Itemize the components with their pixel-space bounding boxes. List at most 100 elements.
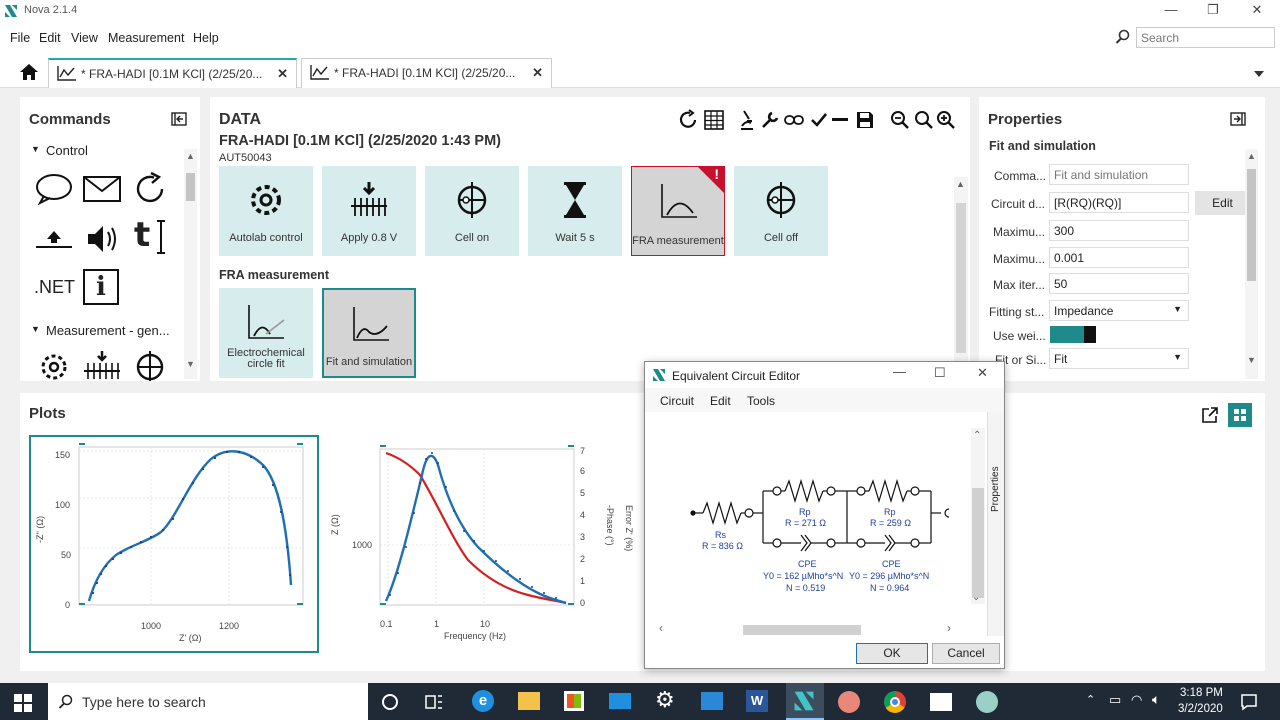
properties-side-tab[interactable]: Properties [987,412,1004,636]
bode-plot-card[interactable]: 0.1 1 10 Frequency (Hz) 1000 Z (Ω) 0 1 2… [328,435,638,653]
dialog-menu-circuit[interactable]: Circuit [660,394,694,408]
info-icon[interactable]: i [83,269,119,305]
apply-potential-icon[interactable] [82,349,122,381]
settings-gear-icon[interactable]: ⚙ [655,687,675,713]
scroll-up-icon[interactable]: ▲ [186,151,195,161]
repeat-icon[interactable] [132,171,168,207]
store-icon[interactable] [564,691,584,711]
message-icon[interactable] [34,173,74,205]
rs-resistor[interactable] [702,500,742,526]
app-window-icon[interactable] [701,692,723,710]
dialog-menu-edit[interactable]: Edit [710,394,731,408]
canvas-vscrollbar[interactable]: ⌃ ⌄ [971,428,985,604]
search-input[interactable]: Search [1136,27,1275,48]
prop-fit-or-sim-select[interactable]: Fit ▼ [1049,348,1189,369]
cpe2-element[interactable] [884,534,896,552]
tab-overflow-icon[interactable] [1254,71,1264,77]
circuit-canvas[interactable]: Rs R = 836 Ω Rp R = 271 Ω Rp R = 259 Ω C… [645,414,985,618]
paint-icon[interactable] [976,691,998,713]
import-icon[interactable] [34,225,74,253]
cell-icon[interactable] [132,351,168,381]
expand-arrow-icon[interactable]: ▼ [31,324,40,334]
minus-icon[interactable] [832,118,848,122]
word-icon[interactable]: W [746,690,768,712]
home-icon[interactable] [19,63,39,81]
use-weight-toggle[interactable] [1050,326,1096,343]
volume-icon[interactable]: 🔈︎ [1152,691,1160,708]
menu-measurement[interactable]: Measurement [108,31,184,45]
prop-max-iter-field[interactable]: 50 [1049,273,1189,294]
refresh-graph-icon[interactable] [678,109,700,131]
grid-layout-button[interactable] [1228,403,1252,427]
detach-icon[interactable] [1201,406,1219,424]
nyquist-plot-card[interactable]: 0 50 100 150 1000 1200 Z' (Ω) -Z'' (Ω) [29,435,319,653]
file-explorer-icon[interactable] [518,692,540,710]
group-measurement-label[interactable]: Measurement - gen... [46,323,170,338]
mail-icon[interactable] [82,175,122,203]
tile-fra-measurement[interactable]: FRA measurement ! [631,166,725,256]
save-icon[interactable] [856,111,874,129]
prop-circuit-field[interactable]: [R(RQ)(RQ)] [1049,192,1189,213]
text-timer-icon[interactable]: t [134,215,150,255]
nova-taskbar-button[interactable] [786,683,824,720]
dialog-maximize-button[interactable]: ☐ [934,365,946,381]
dotnet-label[interactable]: .NET [34,277,75,298]
expand-arrow-icon[interactable]: ▼ [31,144,40,154]
scroll-thumb[interactable] [956,203,966,353]
minimize-button[interactable]: — [1148,0,1194,22]
tile-fit-simulation[interactable]: Fit and simulation [322,288,416,378]
prop-max-1-field[interactable]: 300 [1049,220,1189,241]
scroll-up-icon[interactable]: ▲ [956,179,965,189]
zoom-out-icon[interactable] [890,110,910,130]
wifi-icon[interactable]: ◠ [1131,692,1142,708]
check-icon[interactable] [810,111,828,129]
close-window-button[interactable]: ✕ [1234,0,1280,22]
zoom-in-icon[interactable] [936,110,956,130]
rp2-resistor[interactable] [868,478,908,504]
properties-scrollbar[interactable]: ▲ ▼ [1245,149,1258,379]
clock-time[interactable]: 3:18 PM [1180,687,1223,699]
scroll-thumb[interactable] [972,488,984,598]
prop-fitting-select[interactable]: Impedance ▼ [1049,300,1189,321]
tray-chevron-icon[interactable]: ⌃ [1086,693,1095,706]
tile-wait[interactable]: Wait 5 s [528,166,622,256]
scroll-down-icon[interactable]: ▼ [1247,355,1256,365]
zoom-fit-icon[interactable] [914,110,934,130]
data-scrollbar[interactable]: ▲ [954,177,968,381]
prop-max-2-field[interactable]: 0.001 [1049,247,1189,268]
scroll-up-icon[interactable]: ⌃ [973,430,981,441]
prop-command-field[interactable]: Fit and simulation [1049,164,1189,185]
link-icon[interactable] [784,114,804,126]
menu-file[interactable]: File [10,31,30,45]
close-tab-icon[interactable]: ✕ [532,65,543,81]
canvas-hscrollbar[interactable]: ‹ › [657,621,969,637]
table-icon[interactable] [704,110,724,130]
close-tab-icon[interactable]: ✕ [277,66,288,82]
menu-help[interactable]: Help [193,31,219,45]
tile-circle-fit[interactable]: Electrochemical circle fit [219,288,313,378]
scroll-thumb[interactable] [743,625,861,635]
edit-circuit-button[interactable]: Edit [1195,191,1250,215]
app-icon[interactable] [838,691,860,713]
scroll-right-icon[interactable]: › [947,621,951,635]
collapse-panel-icon[interactable] [1230,112,1246,126]
cancel-button[interactable]: Cancel [932,643,1000,664]
scroll-left-icon[interactable]: ‹ [659,621,663,635]
edge-icon[interactable]: e [472,690,494,712]
chrome-icon[interactable] [884,691,906,713]
scroll-thumb[interactable] [186,173,195,201]
commands-scrollbar[interactable]: ▲ ▼ [184,149,197,379]
windows-start-icon[interactable] [14,694,32,712]
dialog-menu-tools[interactable]: Tools [747,394,775,408]
tile-apply-potential[interactable]: Apply 0.8 V [322,166,416,256]
dialog-minimize-button[interactable]: — [893,364,906,379]
dialog-close-button[interactable]: ✕ [977,365,988,381]
gear-icon[interactable] [34,351,74,381]
tile-autolab-control[interactable]: Autolab control [219,166,313,256]
cortana-icon[interactable] [381,693,399,711]
menu-edit[interactable]: Edit [39,31,61,45]
rp1-resistor[interactable] [784,478,824,504]
scroll-down-icon[interactable]: ⌄ [972,592,980,603]
tile-cell-off[interactable]: Cell off [734,166,828,256]
scroll-up-icon[interactable]: ▲ [1247,151,1256,161]
